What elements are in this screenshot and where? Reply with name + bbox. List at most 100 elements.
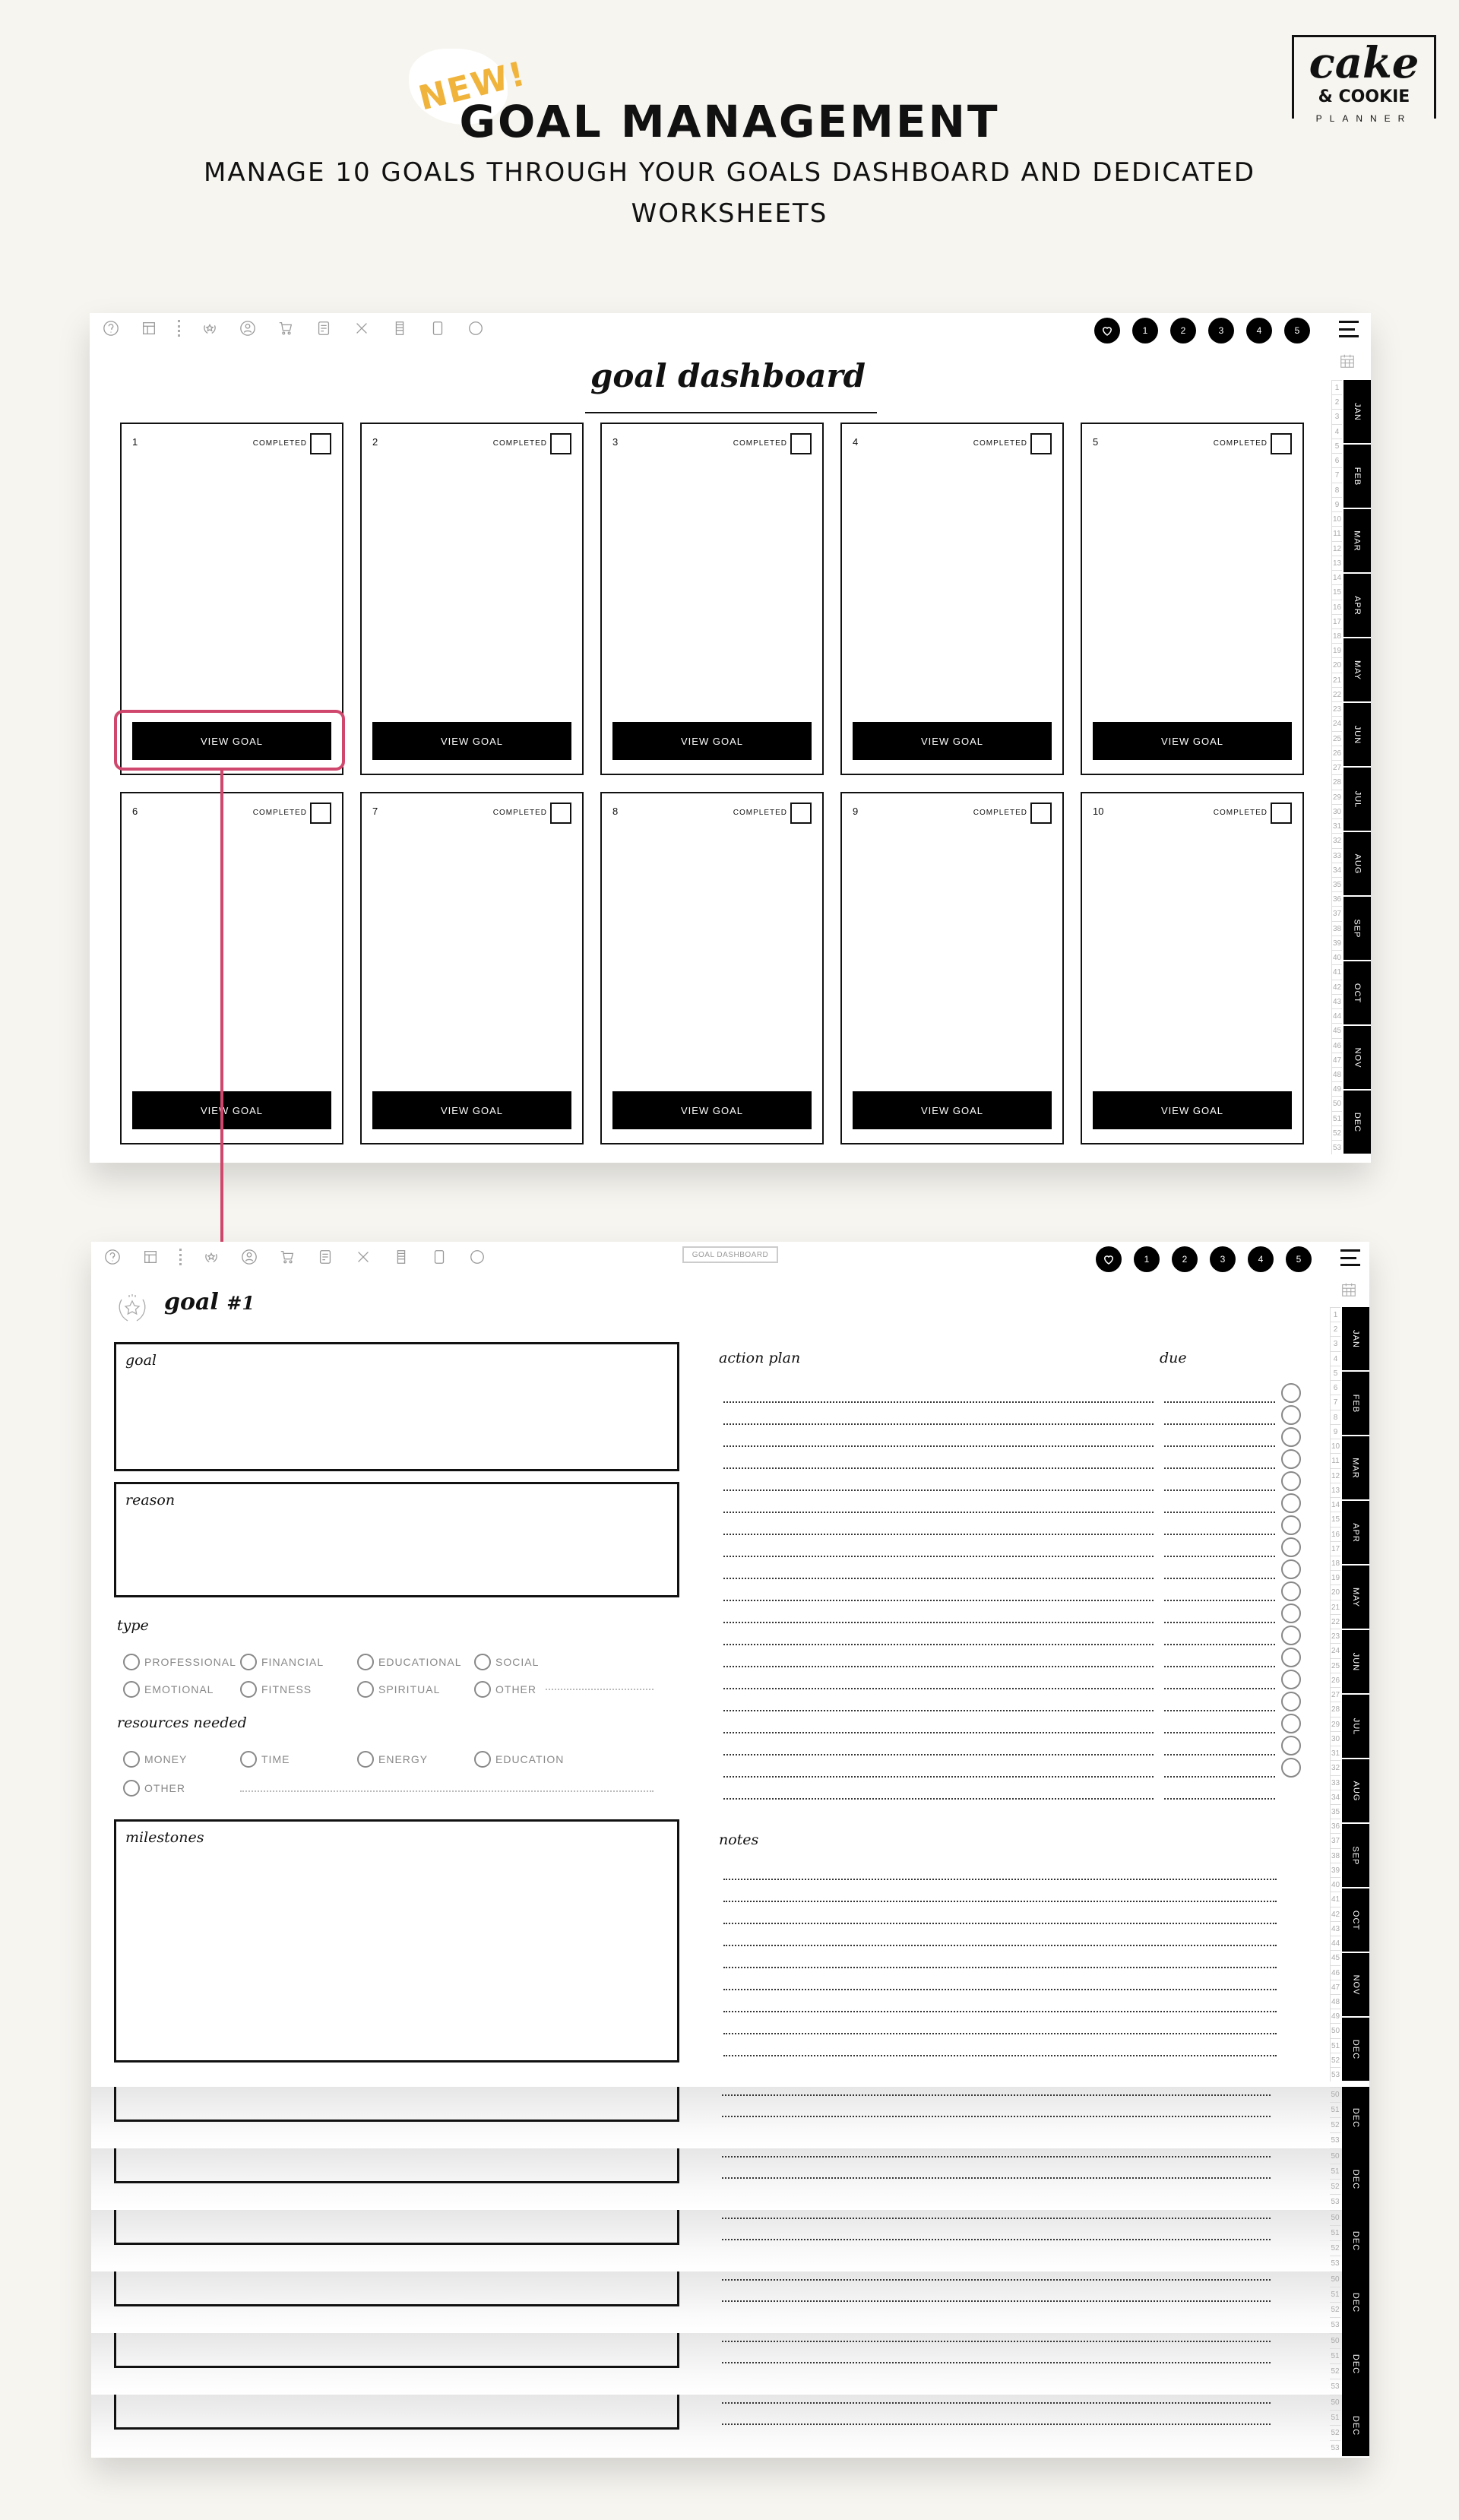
type-option[interactable]: EDUCATIONAL [357, 1654, 462, 1670]
week-tab[interactable]: 50 [1330, 2210, 1340, 2225]
month-tab-nov[interactable]: NOV [1342, 1953, 1369, 2018]
due-date-line[interactable] [1164, 1401, 1275, 1403]
completed-checkbox[interactable] [310, 803, 331, 824]
notebook-icon[interactable] [391, 319, 409, 337]
action-complete-checkbox[interactable] [1281, 1736, 1301, 1755]
nav-button-5[interactable]: 5 [1286, 1246, 1312, 1272]
action-item-line[interactable] [723, 1754, 1154, 1755]
recipe-icon[interactable] [353, 319, 371, 337]
notes-line[interactable] [723, 2033, 1277, 2034]
due-date-line[interactable] [1164, 1754, 1275, 1755]
week-tab[interactable]: 19 [1331, 643, 1342, 658]
help-icon[interactable] [102, 319, 120, 337]
week-tab[interactable]: 51 [1330, 2348, 1340, 2363]
week-tab[interactable]: 53 [1330, 2440, 1340, 2455]
week-tab[interactable]: 19 [1330, 1570, 1340, 1585]
week-tab[interactable]: 41 [1330, 1892, 1340, 1907]
action-complete-checkbox[interactable] [1281, 1515, 1301, 1535]
week-tab[interactable]: 14 [1330, 1497, 1340, 1512]
stacked-side-tab[interactable]: 50 51 52 53 DEC [1330, 2271, 1369, 2333]
notes-line[interactable] [723, 1967, 1277, 1968]
week-tab[interactable]: 8 [1331, 482, 1342, 497]
nav-button-3[interactable]: 3 [1210, 1246, 1236, 1272]
week-tab[interactable]: 44 [1331, 1008, 1342, 1024]
radio-button[interactable] [240, 1751, 257, 1768]
week-tab[interactable]: 13 [1330, 1482, 1340, 1498]
week-tab[interactable]: 35 [1330, 1803, 1340, 1819]
week-tab[interactable]: 45 [1331, 1023, 1342, 1038]
radio-button[interactable] [357, 1654, 374, 1670]
week-tab[interactable]: 53 [1330, 2317, 1340, 2332]
week-tab[interactable]: 9 [1331, 496, 1342, 512]
week-tab[interactable]: 3 [1331, 409, 1342, 424]
action-complete-checkbox[interactable] [1281, 1449, 1301, 1469]
checklist-icon[interactable] [315, 319, 333, 337]
week-tab[interactable]: 21 [1331, 672, 1342, 687]
month-tab-may[interactable]: MAY [1342, 1566, 1369, 1630]
week-tab[interactable]: 50 [1330, 2023, 1340, 2038]
nav-button-2[interactable]: 2 [1170, 318, 1196, 343]
week-tab[interactable]: 17 [1331, 613, 1342, 628]
month-tab-nov[interactable]: NOV [1343, 1026, 1371, 1091]
week-tab[interactable]: 7 [1330, 1395, 1340, 1410]
completed-checkbox[interactable] [790, 803, 812, 824]
resource-option[interactable]: MONEY [123, 1751, 187, 1768]
week-tab[interactable]: 12 [1330, 1467, 1340, 1483]
notes-line[interactable] [723, 1945, 1277, 1946]
view-goal-button[interactable]: VIEW GOAL [853, 722, 1052, 760]
view-goal-button[interactable]: VIEW GOAL [1093, 1091, 1292, 1129]
week-tab[interactable]: 37 [1331, 906, 1342, 921]
view-goal-button[interactable]: VIEW GOAL [132, 1091, 331, 1129]
due-date-line[interactable] [1164, 1622, 1275, 1623]
week-tab[interactable]: 53 [1331, 1140, 1342, 1155]
week-tab[interactable]: 51 [1330, 2410, 1340, 2425]
radio-button[interactable] [357, 1681, 374, 1698]
completed-checkbox[interactable] [310, 433, 331, 454]
profile-icon[interactable] [240, 1248, 258, 1266]
radio-button[interactable] [123, 1681, 140, 1698]
completed-checkbox[interactable] [1271, 803, 1292, 824]
action-item-line[interactable] [723, 1556, 1154, 1557]
due-date-line[interactable] [1164, 1600, 1275, 1601]
week-tab[interactable]: 50 [1330, 2395, 1340, 2410]
week-tab[interactable]: 18 [1331, 628, 1342, 644]
action-item-line[interactable] [723, 1666, 1154, 1667]
week-tab[interactable]: 15 [1331, 584, 1342, 600]
radio-button[interactable] [123, 1780, 140, 1797]
goal-dashboard-button[interactable]: GOAL DASHBOARD [682, 1246, 778, 1263]
week-tab[interactable]: 28 [1331, 774, 1342, 790]
completed-checkbox[interactable] [1271, 433, 1292, 454]
type-option[interactable]: EMOTIONAL [123, 1681, 214, 1698]
completed-checkbox[interactable] [550, 803, 571, 824]
nav-button-5[interactable]: 5 [1284, 318, 1310, 343]
month-tab-dec[interactable]: DEC [1342, 2271, 1369, 2333]
hamburger-menu-icon[interactable] [1340, 1249, 1360, 1266]
week-tab[interactable]: 31 [1330, 1746, 1340, 1761]
week-tab[interactable]: 16 [1331, 599, 1342, 614]
action-complete-checkbox[interactable] [1281, 1427, 1301, 1447]
radio-button[interactable] [474, 1751, 491, 1768]
calendar-icon[interactable] [1339, 353, 1356, 369]
month-tab-sep[interactable]: SEP [1342, 1824, 1369, 1888]
action-item-line[interactable] [723, 1732, 1154, 1733]
type-option[interactable]: SPIRITUAL [357, 1681, 440, 1698]
cart-icon[interactable] [278, 1248, 296, 1266]
week-tab[interactable]: 39 [1331, 935, 1342, 951]
view-goal-button[interactable]: VIEW GOAL [372, 722, 571, 760]
completed-checkbox[interactable] [550, 433, 571, 454]
nav-button-4[interactable]: 4 [1248, 1246, 1274, 1272]
action-item-line[interactable] [723, 1401, 1154, 1403]
resource-option[interactable]: EDUCATION [474, 1751, 564, 1768]
week-tab[interactable]: 50 [1330, 2333, 1340, 2348]
week-tab[interactable]: 37 [1330, 1833, 1340, 1848]
month-tab-jan[interactable]: JAN [1342, 1307, 1369, 1372]
recipe-icon[interactable] [354, 1248, 372, 1266]
month-tab-feb[interactable]: FEB [1342, 1372, 1369, 1436]
more-dots-icon[interactable] [178, 320, 181, 337]
week-tab[interactable]: 34 [1331, 862, 1342, 877]
week-tab[interactable]: 51 [1330, 2102, 1340, 2117]
month-tab-sep[interactable]: SEP [1343, 897, 1371, 961]
week-tab[interactable]: 40 [1330, 1877, 1340, 1892]
type-option[interactable]: OTHER [474, 1681, 536, 1698]
action-complete-checkbox[interactable] [1281, 1581, 1301, 1601]
